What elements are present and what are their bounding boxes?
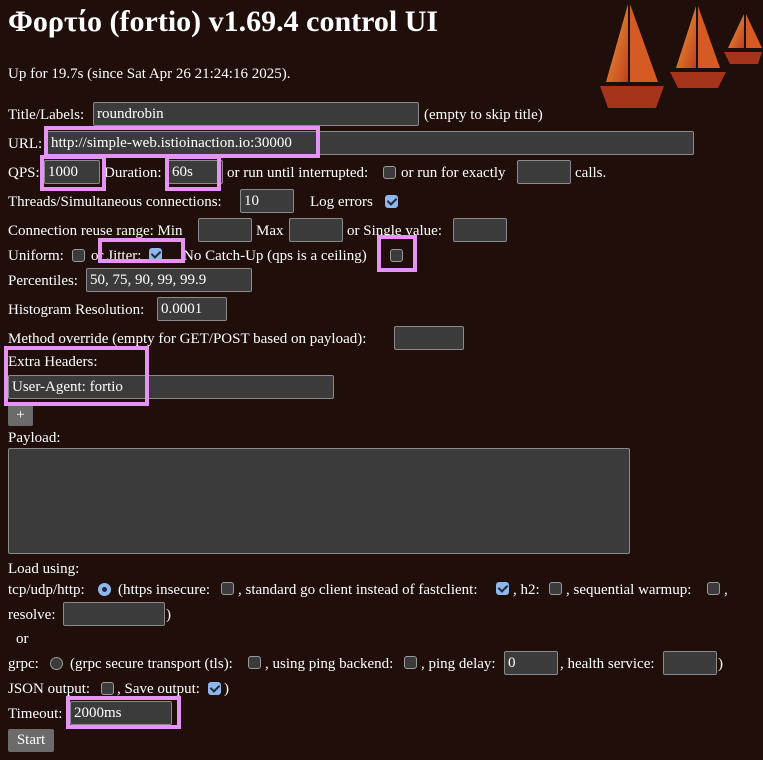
resolve-close: ) xyxy=(166,607,171,623)
start-button[interactable]: Start xyxy=(8,729,54,752)
header-input[interactable]: User-Agent: fortio xyxy=(8,375,334,399)
single-value-input[interactable] xyxy=(453,218,507,242)
ping-backend-label: , using ping backend: xyxy=(265,656,394,672)
grpc-tls-checkbox[interactable] xyxy=(248,656,261,669)
ping-delay-input[interactable]: 0 xyxy=(504,651,558,675)
title-hint: (empty to skip title) xyxy=(424,107,543,123)
duration-label: Duration: xyxy=(104,165,162,181)
histogram-input[interactable]: 0.0001 xyxy=(157,297,227,321)
percentiles-label: Percentiles: xyxy=(8,273,78,289)
uniform-label: Uniform: xyxy=(8,248,64,264)
stdclient-label: , standard go client instead of fastclie… xyxy=(238,582,478,598)
payload-textarea[interactable] xyxy=(8,448,630,554)
or-label: or xyxy=(16,631,29,647)
resolve-input[interactable] xyxy=(63,602,165,626)
nocatchup-label: No Catch-Up (qps is a ceiling) xyxy=(183,248,367,264)
conn-max-input[interactable] xyxy=(289,218,343,242)
https-insecure-checkbox[interactable] xyxy=(221,582,234,595)
title-input[interactable]: roundrobin xyxy=(93,102,419,126)
h2-checkbox[interactable] xyxy=(549,582,562,595)
save-output-label: , Save output: xyxy=(117,681,200,697)
method-label: Method override (empty for GET/POST base… xyxy=(8,331,367,347)
save-close: ) xyxy=(224,681,229,697)
conn-reuse-label: Connection reuse range: Min xyxy=(8,223,183,239)
calls-label: calls. xyxy=(575,165,607,181)
stdclient-checkbox[interactable] xyxy=(496,582,509,595)
h2-label: , h2: xyxy=(513,582,540,598)
jitter-label: or Jitter: xyxy=(91,248,142,264)
log-errors-checkbox[interactable] xyxy=(385,195,398,208)
histogram-label: Histogram Resolution: xyxy=(8,302,145,318)
timeout-label: Timeout: xyxy=(8,706,63,722)
http-radio[interactable] xyxy=(98,583,111,596)
url-input[interactable]: http://simple-web.istioinaction.io:30000 xyxy=(47,131,694,155)
warmup-comma: , xyxy=(724,582,728,598)
threads-input[interactable]: 10 xyxy=(240,189,294,213)
warmup-checkbox[interactable] xyxy=(707,582,720,595)
percentiles-input[interactable]: 50, 75, 90, 99, 99.9 xyxy=(86,268,252,292)
run-exactly-label: or run for exactly xyxy=(401,165,506,181)
https-insecure-label: (https insecure: xyxy=(118,582,211,598)
grpc-radio[interactable] xyxy=(50,657,63,670)
qps-label: QPS: xyxy=(8,165,40,181)
calls-input[interactable] xyxy=(517,160,571,184)
conn-max-label: Max xyxy=(256,223,284,239)
log-errors-label: Log errors xyxy=(310,194,373,210)
uptime-text: Up for 19.7s (since Sat Apr 26 21:24:16 … xyxy=(8,66,291,82)
threads-label: Threads/Simultaneous connections: xyxy=(8,194,222,210)
conn-min-input[interactable] xyxy=(198,218,252,242)
resolve-label: resolve: xyxy=(8,607,56,623)
jitter-checkbox[interactable] xyxy=(149,248,162,261)
timeout-input[interactable]: 2000ms xyxy=(70,701,172,725)
nocatchup-checkbox[interactable] xyxy=(390,249,403,262)
grpc-tls-label: (grpc secure transport (tls): xyxy=(70,656,233,672)
page-title: Φορτίο (fortio) v1.69.4 control UI xyxy=(8,5,439,38)
load-using-label: Load using: xyxy=(8,561,80,577)
run-until-label: or run until interrupted: xyxy=(227,165,369,181)
duration-input[interactable]: 60s xyxy=(168,160,223,184)
url-label: URL: xyxy=(8,136,43,152)
warmup-label: , sequential warmup: xyxy=(566,582,692,598)
health-input[interactable] xyxy=(663,651,717,675)
save-output-checkbox[interactable] xyxy=(208,682,221,695)
title-label: Title/Labels: xyxy=(8,107,85,123)
ping-backend-checkbox[interactable] xyxy=(404,656,417,669)
json-output-label: JSON output: xyxy=(8,681,91,697)
health-label: , health service: xyxy=(560,656,655,672)
grpc-close: ) xyxy=(718,656,723,672)
grpc-label: grpc: xyxy=(8,656,39,672)
fortio-logo xyxy=(600,4,762,108)
qps-input[interactable]: 1000 xyxy=(44,160,100,184)
payload-label: Payload: xyxy=(8,430,61,446)
http-label: tcp/udp/http: xyxy=(8,582,85,598)
add-header-button[interactable]: + xyxy=(8,405,33,426)
headers-label: Extra Headers: xyxy=(8,354,98,370)
uniform-checkbox[interactable] xyxy=(72,249,85,262)
json-output-checkbox[interactable] xyxy=(101,682,114,695)
method-input[interactable] xyxy=(394,326,464,350)
ping-delay-label: , ping delay: xyxy=(421,656,496,672)
run-until-checkbox[interactable] xyxy=(383,166,396,179)
single-value-label: or Single value: xyxy=(347,223,442,239)
